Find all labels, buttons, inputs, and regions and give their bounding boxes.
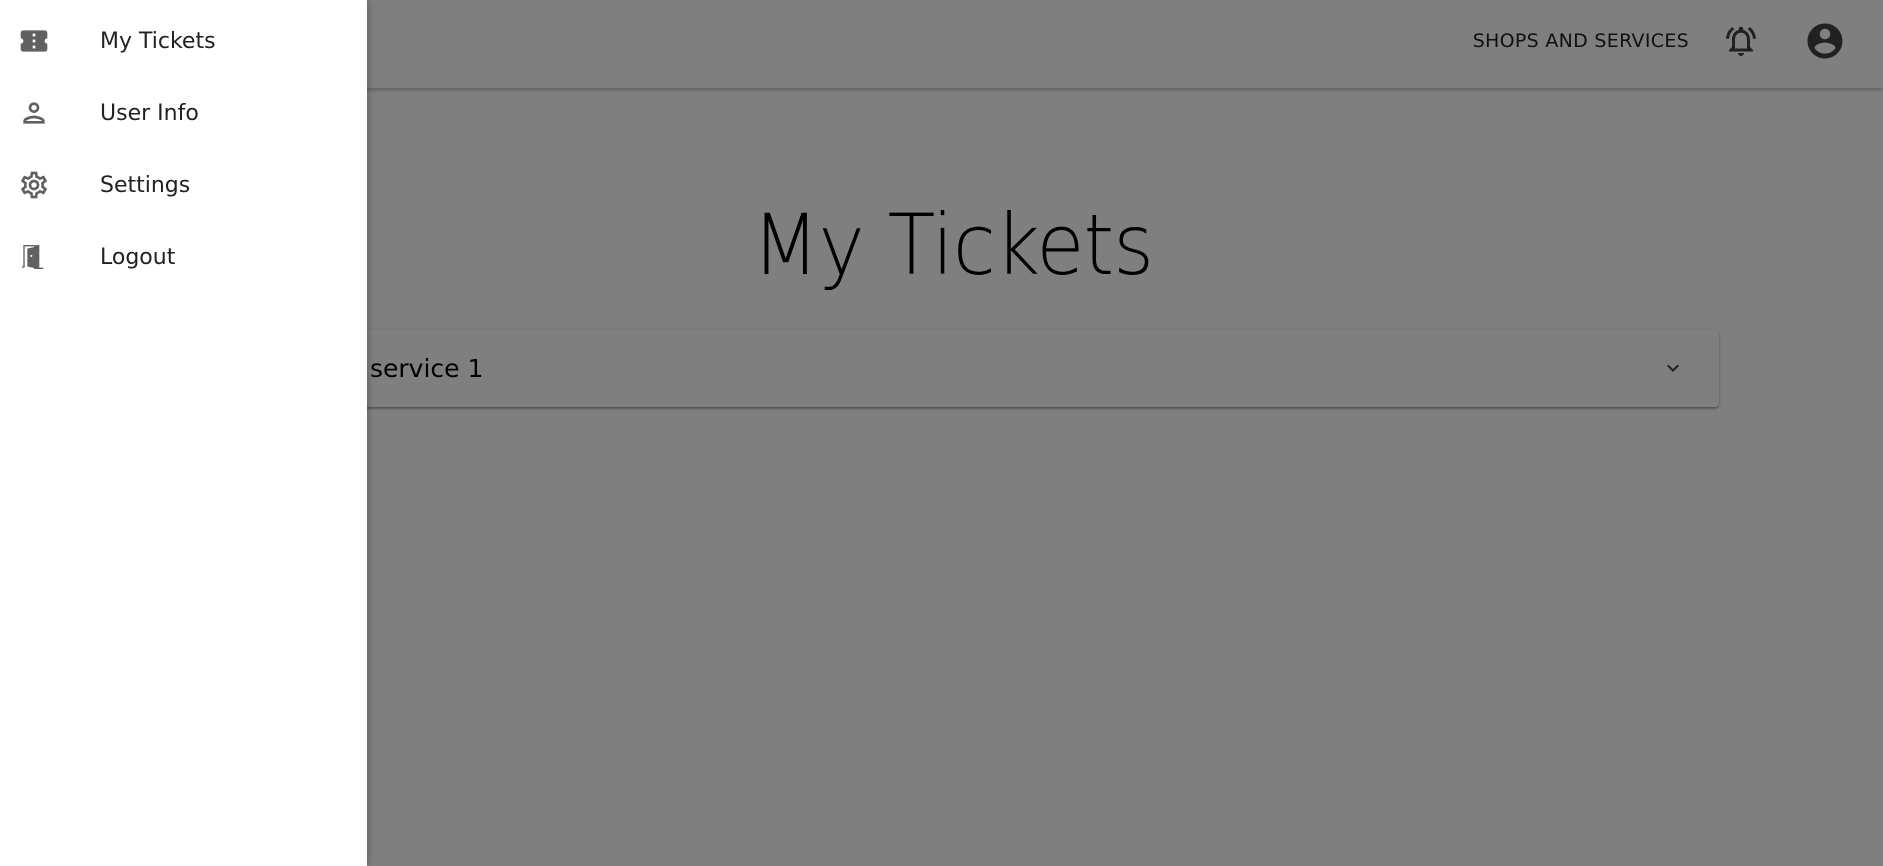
drawer-item-user-info[interactable]: User Info	[0, 77, 367, 149]
navigation-drawer: My Tickets User Info Settings Logout	[0, 0, 367, 866]
ticket-icon	[18, 25, 50, 57]
door-exit-icon	[18, 241, 50, 273]
drawer-item-label: Logout	[100, 244, 176, 270]
drawer-item-my-tickets[interactable]: My Tickets	[0, 5, 367, 77]
drawer-item-logout[interactable]: Logout	[0, 221, 367, 293]
app-root: SHOPS AND SERVICES My Tickets service 1	[0, 0, 1883, 866]
drawer-item-settings[interactable]: Settings	[0, 149, 367, 221]
drawer-item-label: My Tickets	[100, 28, 216, 54]
gear-icon	[18, 169, 50, 201]
drawer-item-label: Settings	[100, 172, 191, 198]
drawer-item-label: User Info	[100, 100, 199, 126]
person-icon	[18, 97, 50, 129]
